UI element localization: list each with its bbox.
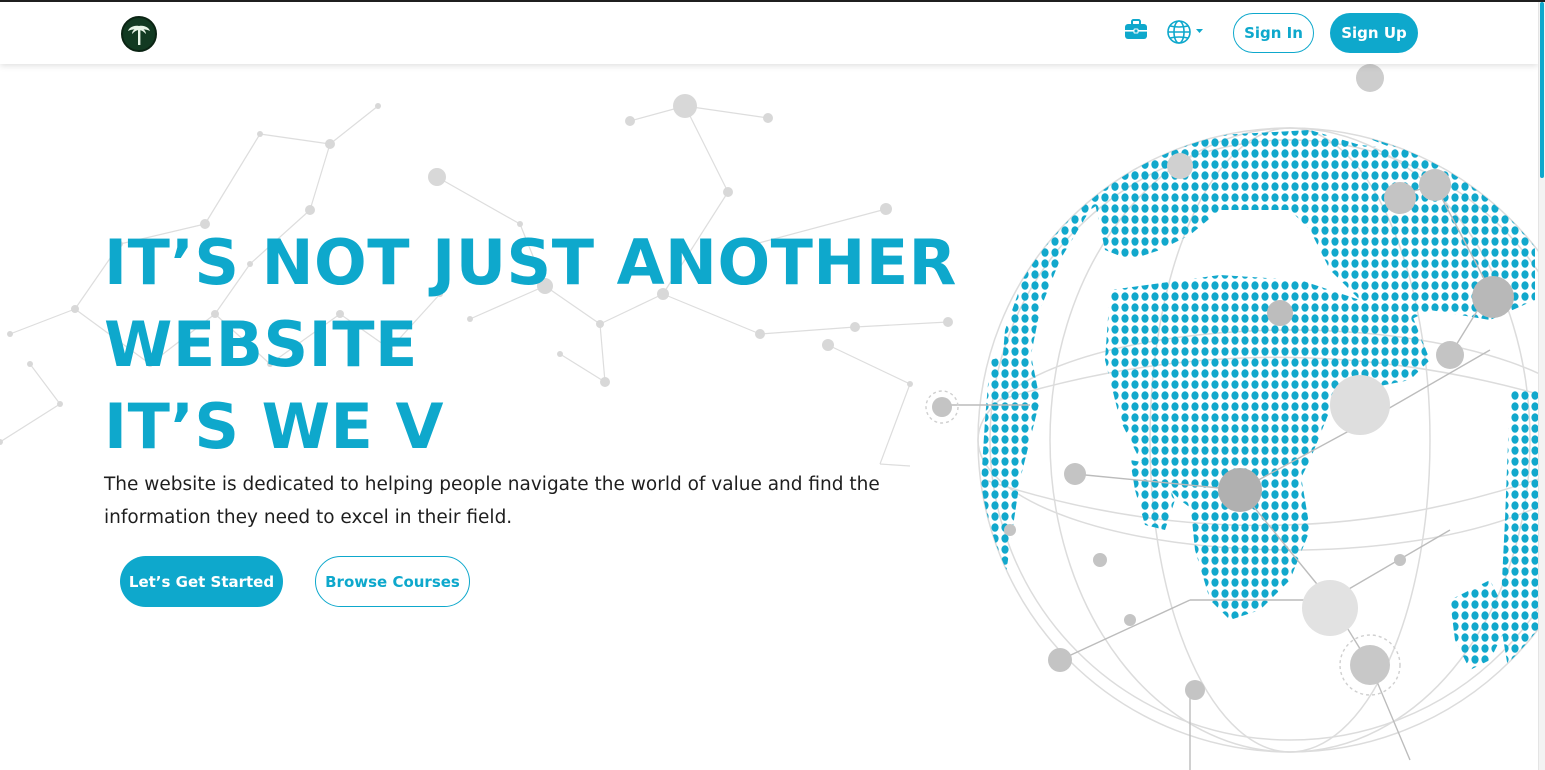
page: Sign In Sign Up IT’S NOT JUST ANOTHER WE… <box>0 0 1545 770</box>
briefcase-icon[interactable] <box>1124 19 1148 45</box>
hero-title-line-1: IT’S NOT JUST ANOTHER <box>104 226 957 299</box>
scrollbar-thumb[interactable] <box>1540 2 1544 178</box>
sign-in-button[interactable]: Sign In <box>1233 13 1314 53</box>
palm-tree-icon <box>124 19 154 49</box>
browse-courses-button[interactable]: Browse Courses <box>315 556 470 607</box>
sign-up-button[interactable]: Sign Up <box>1330 13 1418 53</box>
get-started-button[interactable]: Let’s Get Started <box>120 556 283 607</box>
dotted-globe-illustration <box>925 64 1538 770</box>
window-top-border <box>0 0 1545 2</box>
hero-title: IT’S NOT JUST ANOTHER WEBSITE IT’S WE V <box>104 222 957 468</box>
chevron-down-icon <box>1196 29 1203 33</box>
top-navbar: Sign In Sign Up <box>0 2 1538 64</box>
hero-title-line-3: IT’S WE V <box>104 390 444 463</box>
language-selector[interactable] <box>1166 19 1206 49</box>
page-scrollbar[interactable] <box>1538 2 1545 770</box>
hero-title-line-2: WEBSITE <box>104 308 418 381</box>
globe-icon <box>1167 20 1203 44</box>
palm-tree-logo[interactable] <box>121 16 157 52</box>
hero-description: The website is dedicated to helping peop… <box>104 474 880 528</box>
